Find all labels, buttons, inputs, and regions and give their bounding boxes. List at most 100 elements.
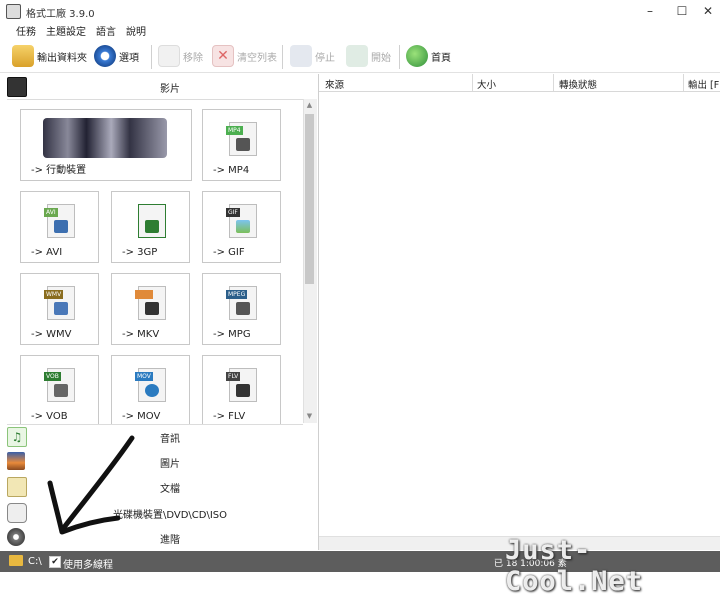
tile-3gp[interactable]: -> 3GP (111, 191, 190, 263)
multithread-checkbox[interactable]: ✔ (49, 556, 61, 568)
tile-mp4[interactable]: MP4 -> MP4 (202, 109, 281, 181)
image-icon (236, 220, 250, 233)
minimize-button[interactable]: – (638, 2, 662, 20)
tile-wmv[interactable]: WMV -> WMV (20, 273, 99, 345)
gear-icon (94, 45, 116, 67)
window-title: 格式工廠 3.9.0 (26, 9, 95, 20)
category-video-label: 影片 (160, 84, 180, 95)
avi-file-icon: AVI (44, 204, 75, 238)
close-button[interactable]: ✕ (696, 2, 720, 20)
video-format-grid: -> 行動裝置 MP4 -> MP4 AVI -> AVI -> 3GP GIF… (7, 99, 303, 425)
stop-icon (290, 45, 312, 67)
wmv-file-icon: WMV (44, 286, 75, 320)
category-image-label: 圖片 (160, 459, 180, 470)
mov-file-icon: MOV (135, 368, 166, 402)
tile-label: -> VOB (31, 411, 68, 422)
watermark: Just-Cool.Net (505, 535, 644, 597)
start-label: 開始 (371, 52, 391, 64)
output-folder-button[interactable]: 輸出資料夾 (12, 43, 87, 69)
film-icon (145, 302, 159, 315)
folder-icon[interactable] (9, 555, 23, 566)
tile-label: -> MPG (213, 329, 251, 340)
multithread-label: 使用多線程 (63, 560, 113, 571)
film-reel-icon (236, 138, 250, 151)
category-image[interactable]: 圖片 (0, 449, 318, 474)
home-button[interactable]: 首頁 (406, 43, 451, 69)
category-document[interactable]: 文檔 (0, 474, 318, 499)
options-button[interactable]: 選項 (94, 43, 139, 69)
menu-theme[interactable]: 主題設定 (46, 23, 86, 38)
column-output[interactable]: 輸出 [F (688, 77, 719, 91)
column-size[interactable]: 大小 (477, 77, 496, 91)
column-status[interactable]: 轉換狀態 (559, 77, 597, 91)
file-tag: MP4 (226, 126, 243, 135)
home-label: 首頁 (431, 52, 451, 64)
tile-label: -> 3GP (122, 247, 158, 258)
file-tag: VOB (44, 372, 61, 381)
category-disc-label: 光碟機裝置\DVD\CD\ISO (112, 510, 228, 521)
menu-bar: 任務 主題設定 語言 說明 (0, 22, 720, 38)
app-icon (6, 4, 21, 19)
film-icon (54, 220, 68, 233)
remove-button[interactable]: 移除 (158, 43, 203, 69)
3gp-file-icon (138, 204, 166, 238)
column-divider[interactable] (683, 74, 684, 91)
file-tag: WMV (44, 290, 64, 299)
remove-label: 移除 (183, 52, 203, 64)
tile-flv[interactable]: FLV -> FLV (202, 355, 281, 424)
output-path: C:\ (28, 556, 42, 567)
quicktime-icon (145, 384, 159, 397)
category-audio[interactable]: ♫ 音訊 (0, 424, 318, 449)
scroll-down-arrow[interactable]: ▼ (303, 410, 316, 422)
tile-label: -> FLV (213, 411, 246, 422)
column-divider[interactable] (553, 74, 554, 91)
scroll-thumb[interactable] (305, 114, 314, 284)
menu-language[interactable]: 語言 (96, 23, 116, 38)
options-label: 選項 (119, 52, 139, 64)
tile-gif[interactable]: GIF -> GIF (202, 191, 281, 263)
maximize-button[interactable]: ☐ (670, 2, 694, 20)
output-folder-label: 輸出資料夾 (37, 52, 87, 64)
category-video[interactable]: 影片 (0, 74, 318, 99)
clear-list-label: 清空列表 (237, 52, 277, 64)
file-tag: MPEG (226, 290, 248, 299)
category-audio-label: 音訊 (160, 434, 180, 445)
tile-avi[interactable]: AVI -> AVI (20, 191, 99, 263)
clear-list-button[interactable]: ✕ 清空列表 (212, 43, 277, 69)
title-bar: 格式工廠 3.9.0 – ☐ ✕ (0, 0, 720, 22)
category-advanced-label: 進階 (160, 535, 180, 546)
menu-task[interactable]: 任務 (16, 23, 36, 38)
flv-file-icon: FLV (226, 368, 257, 402)
category-advanced[interactable]: 進階 (0, 525, 318, 550)
file-tag: MOV (135, 372, 153, 381)
scroll-up-arrow[interactable]: ▲ (303, 99, 316, 111)
clapper-icon (236, 384, 250, 397)
column-source[interactable]: 來源 (325, 77, 344, 91)
column-divider[interactable] (472, 74, 473, 91)
tile-label: -> MKV (122, 329, 160, 340)
stop-label: 停止 (315, 52, 335, 64)
category-document-label: 文檔 (160, 484, 180, 495)
stop-button[interactable]: 停止 (290, 43, 335, 69)
task-list-header: 來源 大小 轉換狀態 輸出 [F (319, 74, 720, 92)
start-button[interactable]: 開始 (346, 43, 391, 69)
film-reel-icon (236, 302, 250, 315)
toolbar-separator (151, 45, 152, 69)
globe-icon (406, 45, 428, 67)
category-disc[interactable]: 光碟機裝置\DVD\CD\ISO (0, 500, 318, 525)
toolbar-separator (282, 45, 283, 69)
mp4-file-icon: MP4 (226, 122, 257, 156)
tile-label: -> MOV (122, 411, 161, 422)
folder-icon (12, 45, 34, 67)
film-icon (145, 220, 159, 233)
tile-mov[interactable]: MOV -> MOV (111, 355, 190, 424)
menu-help[interactable]: 說明 (126, 23, 146, 38)
tile-mpg[interactable]: MPEG -> MPG (202, 273, 281, 345)
tile-mobile[interactable]: -> 行動裝置 (20, 109, 192, 181)
disc-icon (54, 384, 68, 397)
file-tag: FLV (226, 372, 241, 381)
mpg-file-icon: MPEG (226, 286, 257, 320)
clear-icon: ✕ (212, 45, 234, 67)
tile-mkv[interactable]: -> MKV (111, 273, 190, 345)
tile-vob[interactable]: VOB -> VOB (20, 355, 99, 424)
